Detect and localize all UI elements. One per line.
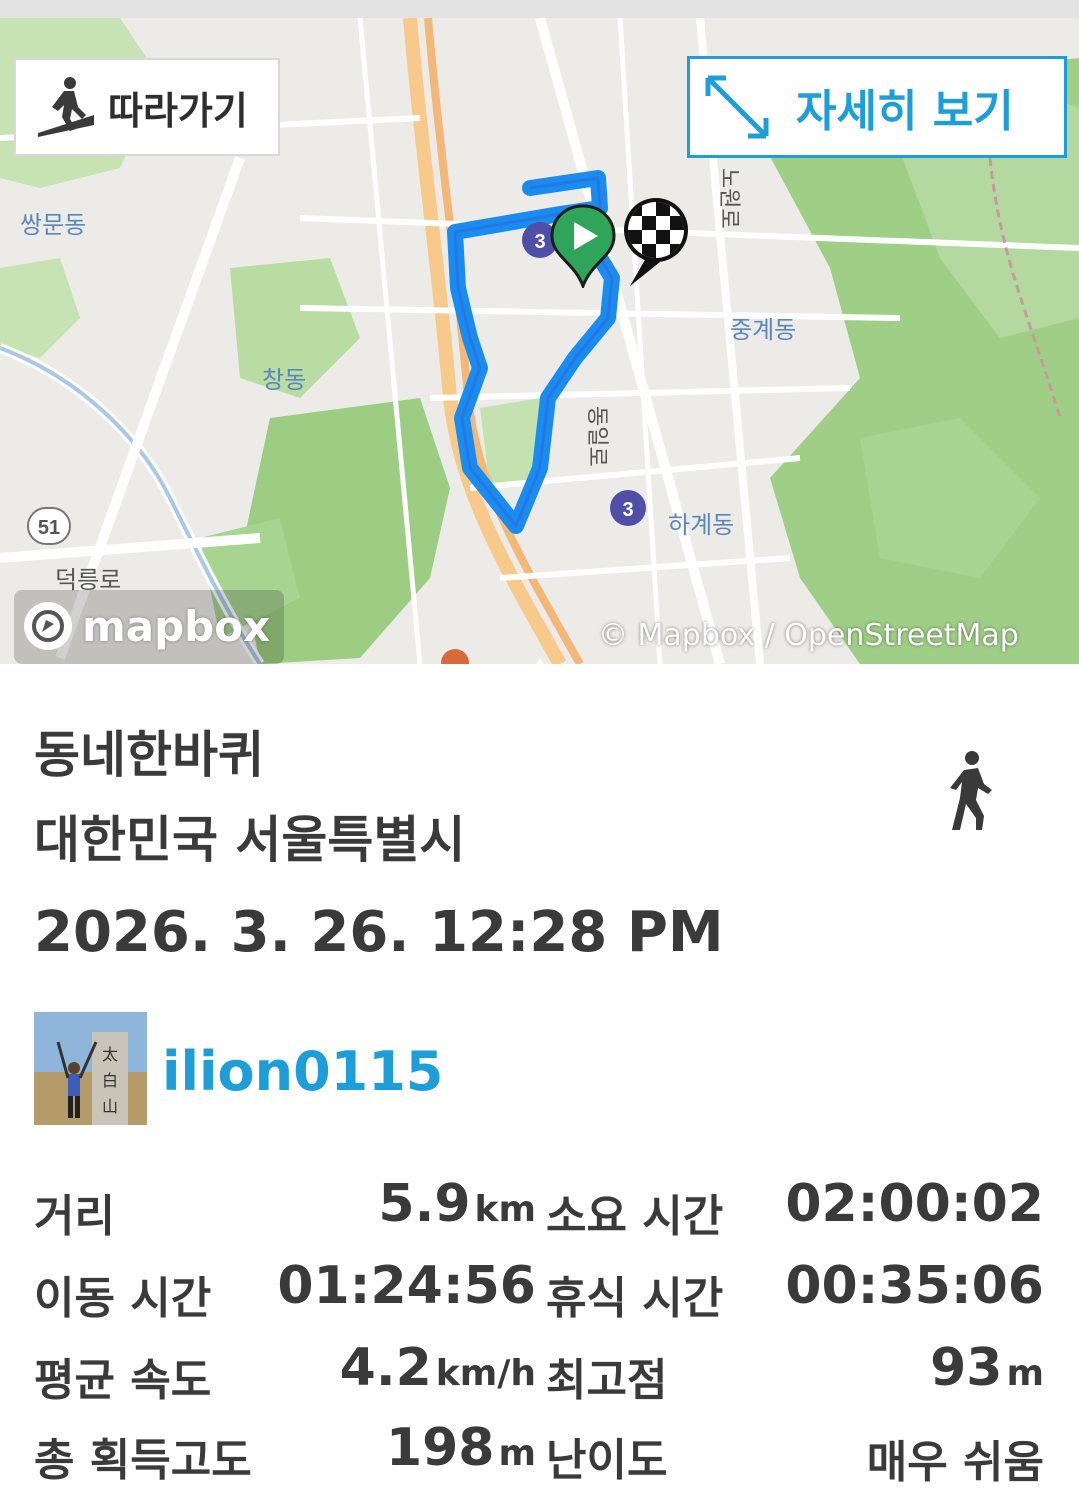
stat-total-time-value: 02:00:02 xyxy=(785,1174,1044,1234)
start-play-pin-icon[interactable] xyxy=(548,204,618,288)
expand-arrows-icon xyxy=(705,75,769,139)
hiker-on-slope-icon xyxy=(38,77,94,137)
activity-datetime: 2026. 3. 26. 12:28 PM xyxy=(34,900,724,965)
username-link[interactable]: ilion0115 xyxy=(162,1040,443,1103)
map-marker-label: 3 xyxy=(534,231,545,253)
map-road-label: 동일로 xyxy=(584,406,609,467)
detail-view-label: 자세히 보기 xyxy=(796,86,1014,137)
map-place-label: 하계동 xyxy=(668,511,734,539)
stone-inscription: 太 xyxy=(102,1045,118,1064)
stat-elev-gain-value: 198 m xyxy=(385,1418,536,1478)
map-road-badge: 51 xyxy=(38,517,60,539)
stat-distance-value: 5.9 km xyxy=(378,1174,536,1234)
mapbox-compass-icon xyxy=(24,602,72,650)
map-pointer-tip xyxy=(524,658,556,664)
stat-avg-speed-value: 4.2 km/h xyxy=(339,1338,536,1398)
stat-rest-time-label: 휴식 시간 xyxy=(546,1273,724,1324)
detail-view-button[interactable]: 자세히 보기 xyxy=(687,56,1067,158)
finish-flag-pin-icon[interactable] xyxy=(620,196,692,288)
route-map[interactable]: 3 3 51 쌍문동 창동 중계동 하계동 덕릉로 노원로 동일로 따라가기 자… xyxy=(0,18,1079,664)
map-road-label: 덕릉로 xyxy=(55,566,121,594)
stat-difficulty-value: 매우 쉬움 xyxy=(866,1437,1044,1488)
map-road-label: 노원로 xyxy=(716,168,741,229)
stat-moving-time-value: 01:24:56 xyxy=(277,1256,536,1316)
map-place-label: 창동 xyxy=(262,366,306,394)
stat-difficulty-label: 난이도 xyxy=(546,1435,668,1486)
map-place-label: 중계동 xyxy=(730,316,796,344)
stat-rest-time-value: 00:35:06 xyxy=(785,1256,1044,1316)
stat-avg-speed-label: 평균 속도 xyxy=(34,1355,212,1406)
avatar[interactable]: 太 白 山 xyxy=(34,1012,147,1125)
stat-moving-time-label: 이동 시간 xyxy=(34,1273,212,1324)
mapbox-logo[interactable]: mapbox xyxy=(22,600,270,652)
stone-inscription: 白 xyxy=(102,1071,118,1090)
mapbox-logo-text: mapbox xyxy=(82,601,271,651)
map-attribution[interactable]: © Mapbox / OpenStreetMap xyxy=(598,618,1019,653)
map-marker-label: 3 xyxy=(622,499,633,521)
stat-max-alt-label: 최고점 xyxy=(546,1355,668,1406)
activity-title: 동네한바퀴 xyxy=(34,726,264,784)
status-bar xyxy=(0,0,1079,18)
follow-button[interactable]: 따라가기 xyxy=(14,58,280,156)
stat-distance-label: 거리 xyxy=(34,1191,115,1242)
avatar-photo: 太 白 山 xyxy=(34,1012,147,1125)
walking-icon xyxy=(950,751,992,830)
stat-total-time-label: 소요 시간 xyxy=(546,1191,724,1242)
stat-max-alt-value: 93 m xyxy=(930,1338,1044,1398)
map-place-label: 쌍문동 xyxy=(20,211,86,239)
follow-button-label: 따라가기 xyxy=(108,88,248,133)
activity-location: 대한민국 서울특별시 xyxy=(34,811,466,869)
stone-inscription: 山 xyxy=(102,1097,118,1116)
stat-elev-gain-label: 총 획득고도 xyxy=(34,1435,252,1486)
